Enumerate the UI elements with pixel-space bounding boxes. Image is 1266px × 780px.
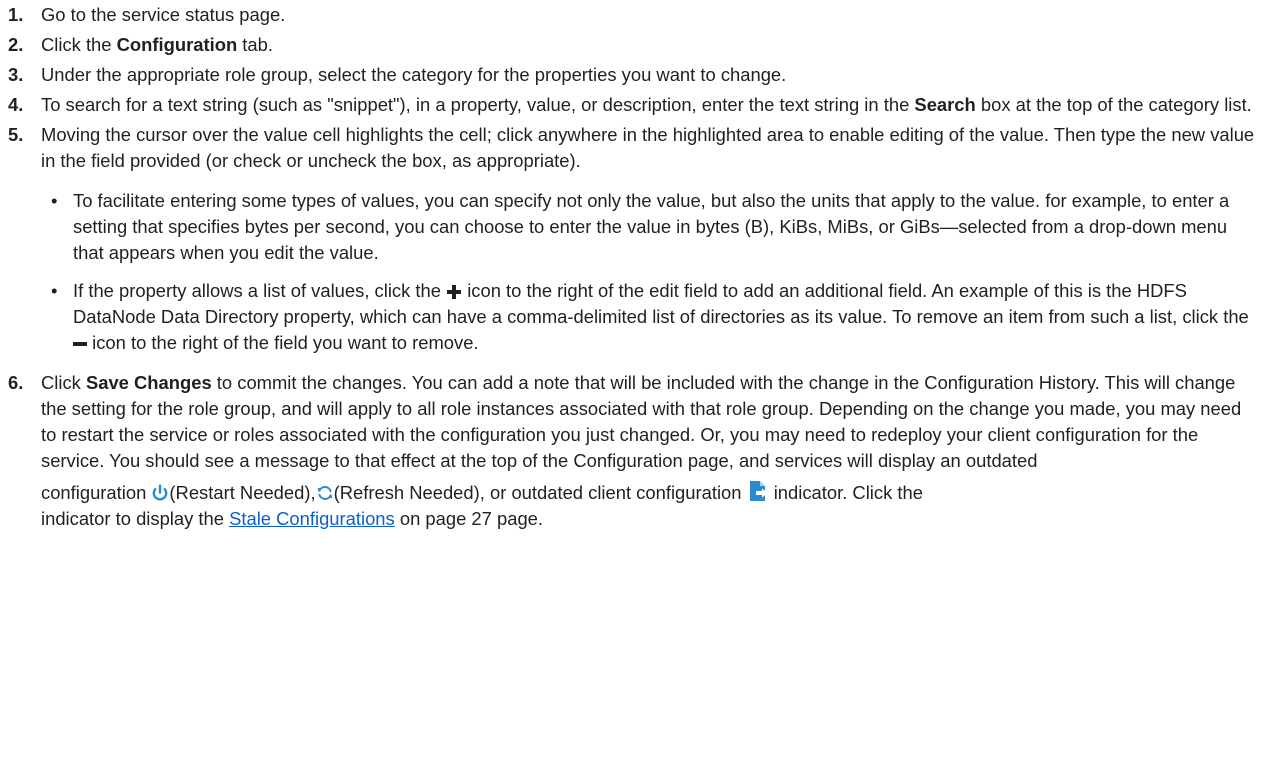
bullet-item: • To facilitate entering some types of v… bbox=[41, 188, 1258, 266]
bullet-text: To facilitate entering some types of val… bbox=[73, 190, 1230, 263]
step-text-post: tab. bbox=[237, 34, 273, 55]
step-text-pre: Click bbox=[41, 372, 86, 393]
step-text-body: to commit the changes. You can add a not… bbox=[41, 372, 1242, 471]
step-number: 2. bbox=[8, 34, 24, 55]
client-config-icon bbox=[747, 480, 769, 502]
steps-list: 1. Go to the service status page. 2. Cli… bbox=[8, 2, 1258, 536]
step-3: 3. Under the appropriate role group, sel… bbox=[8, 62, 1258, 88]
bullet-dot: • bbox=[51, 190, 58, 211]
step-text-line3: indicator to display the bbox=[41, 508, 230, 529]
restart-needed-text: (Restart Needed), bbox=[169, 482, 316, 503]
bullet-text-pre: If the property allows a list of values,… bbox=[73, 280, 447, 301]
step-number: 1. bbox=[8, 4, 24, 25]
search-box-label: Search bbox=[914, 94, 976, 115]
minus-icon bbox=[73, 336, 87, 352]
refresh-needed-icon bbox=[316, 484, 334, 502]
step-text-line2: configuration bbox=[41, 482, 152, 503]
step-number: 5. bbox=[8, 124, 24, 145]
configuration-tab-label: Configuration bbox=[116, 34, 238, 55]
step-text: Go to the service status page. bbox=[41, 4, 286, 25]
bullet-item: • If the property allows a list of value… bbox=[41, 278, 1258, 356]
refresh-needed-text: (Refresh Needed), or outdated client con… bbox=[333, 482, 747, 503]
step-text-pre: To search for a text string (such as "sn… bbox=[41, 94, 915, 115]
bullet-dot: • bbox=[51, 280, 58, 301]
step-4: 4. To search for a text string (such as … bbox=[8, 92, 1258, 118]
step-text-post: box at the top of the category list. bbox=[975, 94, 1252, 115]
step-text: Under the appropriate role group, select… bbox=[41, 64, 787, 85]
stale-configurations-link[interactable]: Stale Configurations bbox=[229, 508, 395, 529]
step-text: Moving the cursor over the value cell hi… bbox=[41, 124, 1255, 171]
document-page: 1. Go to the service status page. 2. Cli… bbox=[0, 0, 1266, 780]
step-1: 1. Go to the service status page. bbox=[8, 2, 1258, 28]
restart-needed-icon bbox=[151, 484, 169, 502]
step-2: 2. Click the Configuration tab. bbox=[8, 32, 1258, 58]
step-5-bullets: • To facilitate entering some types of v… bbox=[41, 188, 1258, 356]
step-number: 4. bbox=[8, 94, 24, 115]
step-text-pre: Click the bbox=[41, 34, 117, 55]
indicator-text: indicator. Click the bbox=[768, 482, 923, 503]
step-6: 6. Click Save Changes to commit the chan… bbox=[8, 370, 1258, 532]
bullet-text-post: icon to the right of the field you want … bbox=[87, 332, 479, 353]
step-number: 3. bbox=[8, 64, 24, 85]
plus-icon bbox=[446, 284, 462, 300]
save-changes-label: Save Changes bbox=[85, 372, 212, 393]
step-number: 6. bbox=[8, 372, 24, 393]
step-5: 5. Moving the cursor over the value cell… bbox=[8, 122, 1258, 356]
step-text-line3-post: on page 27 page. bbox=[394, 508, 544, 529]
